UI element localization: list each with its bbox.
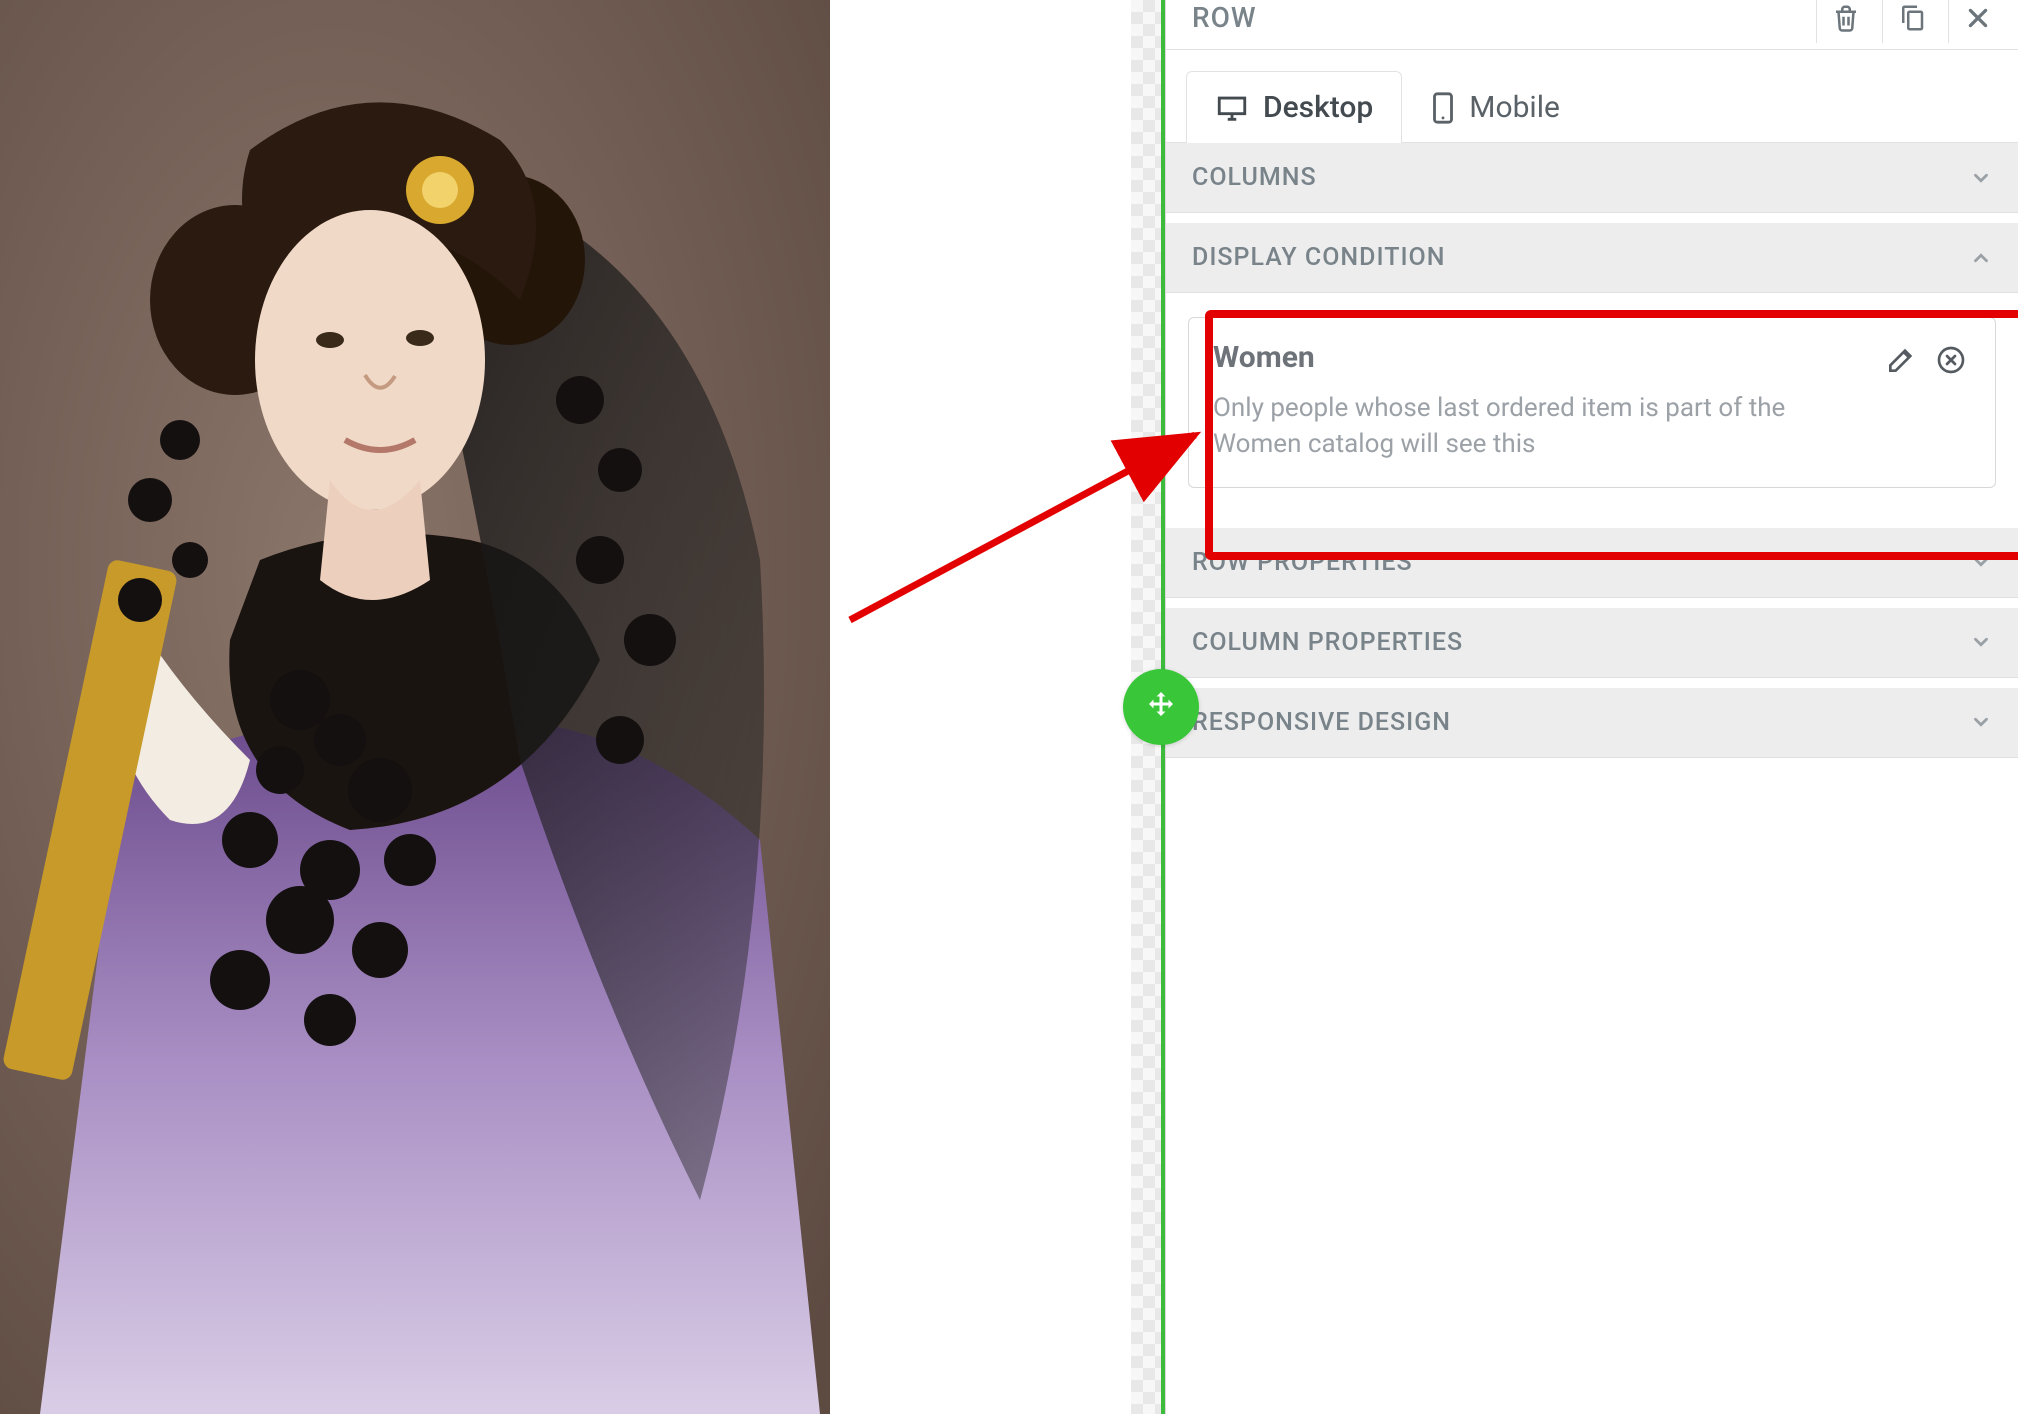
- tab-mobile[interactable]: Mobile: [1402, 71, 1589, 143]
- section-display-condition-body: Women Only people whose last ordered ite…: [1166, 293, 2018, 518]
- section-columns[interactable]: COLUMNS: [1166, 143, 2018, 213]
- copy-icon: [1897, 3, 1927, 33]
- duplicate-row-button[interactable]: [1882, 0, 1940, 43]
- accordion: COLUMNS DISPLAY CONDITION Women: [1166, 143, 2018, 758]
- desktop-icon: [1215, 91, 1249, 125]
- section-columns-label: COLUMNS: [1192, 163, 1317, 192]
- move-icon: [1143, 689, 1179, 725]
- trash-icon: [1831, 3, 1861, 33]
- section-display-condition[interactable]: DISPLAY CONDITION: [1166, 223, 2018, 293]
- close-icon: [1965, 5, 1991, 31]
- close-circle-icon: [1935, 344, 1967, 376]
- chevron-up-icon: [1970, 247, 1992, 269]
- chevron-down-icon: [1970, 711, 1992, 733]
- condition-title: Women: [1213, 340, 1315, 375]
- editor-canvas[interactable]: [0, 0, 1165, 1414]
- chevron-down-icon: [1970, 631, 1992, 653]
- mobile-icon: [1431, 91, 1455, 125]
- condition-description: Only people whose last ordered item is p…: [1213, 390, 1833, 463]
- delete-row-button[interactable]: [1816, 0, 1874, 43]
- section-responsive-design[interactable]: RESPONSIVE DESIGN: [1166, 688, 2018, 758]
- section-column-properties[interactable]: COLUMN PROPERTIES: [1166, 608, 2018, 678]
- device-tabs: Desktop Mobile: [1166, 50, 2018, 143]
- edit-condition-button[interactable]: [1881, 340, 1921, 380]
- row-move-handle[interactable]: [1123, 669, 1199, 745]
- chevron-down-icon: [1970, 551, 1992, 573]
- section-row-properties[interactable]: ROW PROPERTIES: [1166, 528, 2018, 598]
- canvas-image: [0, 0, 830, 1414]
- tab-mobile-label: Mobile: [1469, 90, 1560, 125]
- close-sidebar-button[interactable]: [1948, 0, 2006, 43]
- sidebar-title: ROW: [1192, 1, 1808, 34]
- tab-desktop[interactable]: Desktop: [1186, 71, 1402, 143]
- section-row-properties-label: ROW PROPERTIES: [1192, 548, 1413, 577]
- remove-condition-button[interactable]: [1931, 340, 1971, 380]
- chevron-down-icon: [1970, 167, 1992, 189]
- display-condition-card: Women Only people whose last ordered ite…: [1188, 317, 1996, 488]
- properties-sidebar: ROW Desktop Mobile COLUMNS DISPLAY CONDI…: [1165, 0, 2018, 1414]
- section-display-condition-label: DISPLAY CONDITION: [1192, 243, 1446, 272]
- section-column-properties-label: COLUMN PROPERTIES: [1192, 628, 1463, 657]
- sidebar-header: ROW: [1166, 0, 2018, 50]
- tab-desktop-label: Desktop: [1263, 90, 1373, 125]
- pencil-icon: [1885, 344, 1917, 376]
- section-responsive-design-label: RESPONSIVE DESIGN: [1192, 708, 1451, 737]
